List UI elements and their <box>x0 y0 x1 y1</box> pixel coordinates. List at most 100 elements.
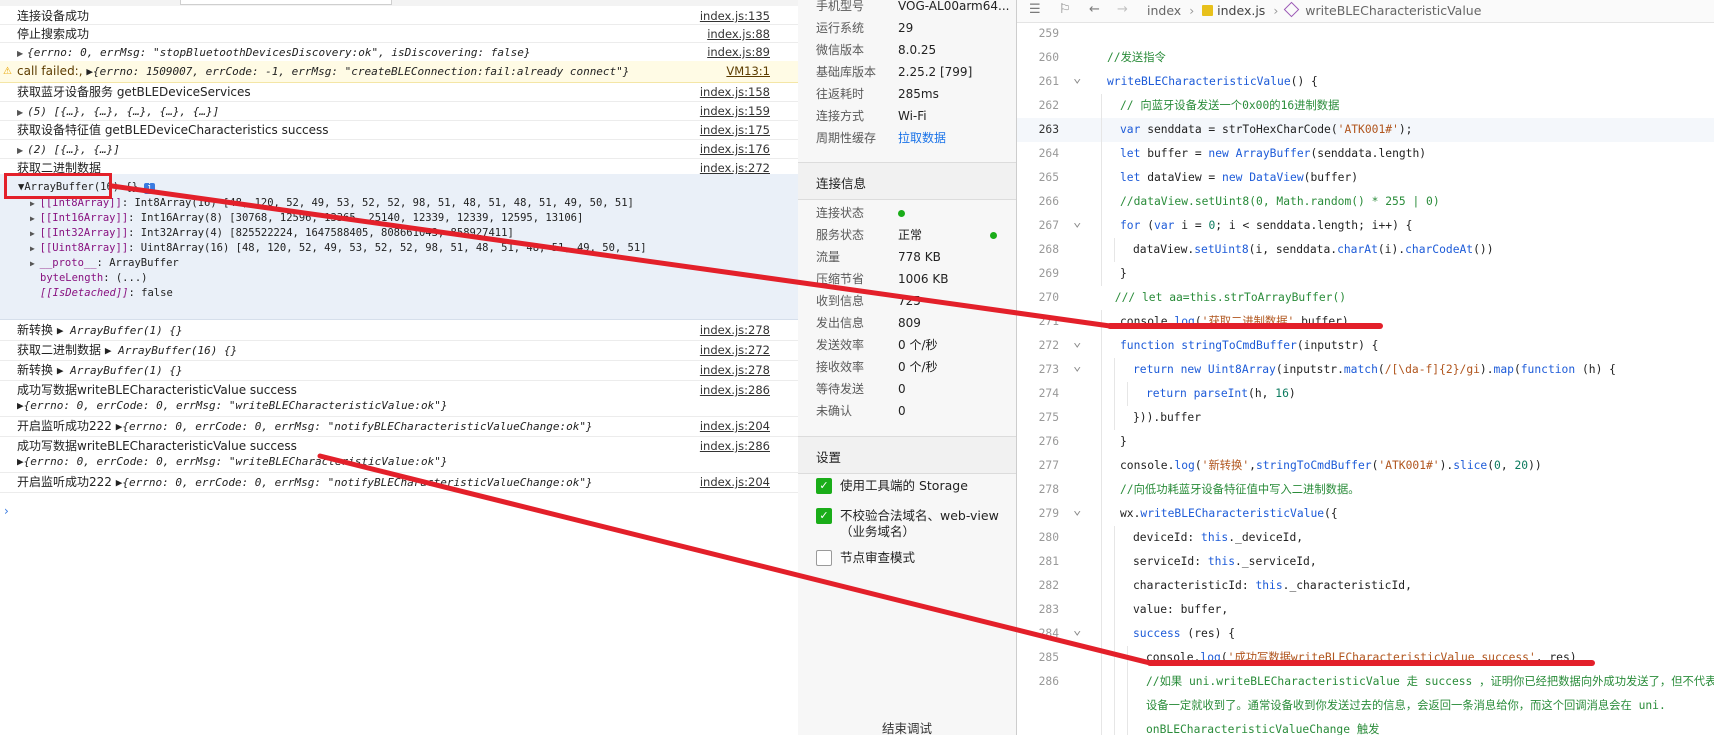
expanded-property[interactable]: ▶ [[Int8Array]]: Int8Array(16) [48, 120,… <box>30 196 634 211</box>
expand-triangle-icon[interactable]: ▶ <box>30 229 40 238</box>
console-log-row[interactable]: 新转换 ▶ ArrayBuffer(1) {} index.js:278 <box>0 360 798 381</box>
code-line[interactable]: 273 ⌄ return new Uint8Array(inputstr.match… <box>1017 358 1714 382</box>
code-line[interactable]: 278 //向低功耗蓝牙设备特征值中写入二进制数据。 <box>1017 478 1714 502</box>
expanded-property[interactable]: byteLength: (...) <box>40 271 147 285</box>
console-log-row[interactable]: 连接设备成功 index.js:135 <box>0 6 798 25</box>
checkbox[interactable] <box>816 550 832 566</box>
expand-triangle-icon[interactable]: ▶ <box>17 146 23 155</box>
console-source-link[interactable]: index.js:89 <box>707 44 770 60</box>
expanded-property[interactable]: ▶ [[Uint8Array]]: Uint8Array(16) [48, 12… <box>30 241 647 256</box>
console-object[interactable]: ▶{errno: 0, errCode: 0, errMsg: "writeBL… <box>17 398 447 414</box>
code-line[interactable]: 282 characteristicId: this._characteristi… <box>1017 574 1714 598</box>
console-object[interactable]: {errno: 0, errMsg: "stopBluetoothDevices… <box>27 46 530 59</box>
end-debug-button[interactable]: 结束调试 <box>798 718 1016 735</box>
expanded-property[interactable]: ▶ [[Int16Array]]: Int16Array(8) [30768, … <box>30 211 583 226</box>
console-object[interactable]: ▶ ArrayBuffer(1) {} <box>57 324 183 337</box>
forward-arrow-icon[interactable]: → <box>1117 2 1128 17</box>
console-object[interactable]: ▶ ArrayBuffer(1) {} <box>57 364 183 377</box>
code-line[interactable]: 281 serviceId: this._serviceId, <box>1017 550 1714 574</box>
code-line[interactable]: 284 ⌄ success (res) { <box>1017 622 1714 646</box>
console-source-link[interactable]: index.js:286 <box>700 382 770 398</box>
fold-chevron-icon[interactable]: ⌄ <box>1073 354 1081 378</box>
fold-chevron-icon[interactable]: ⌄ <box>1073 330 1081 354</box>
code-line[interactable]: 279 ⌄ wx.writeBLECharacteristicValue({ <box>1017 502 1714 526</box>
console-source-link[interactable]: index.js:88 <box>707 26 770 42</box>
expanded-property[interactable]: ▶ [[Int32Array]]: Int32Array(4) [8255222… <box>30 226 514 241</box>
code-line[interactable]: 262 // 向蓝牙设备发送一个0x00的16进制数据 <box>1017 94 1714 118</box>
fold-chevron-icon[interactable]: ⌄ <box>1073 618 1081 642</box>
code-line[interactable]: 276} <box>1017 430 1714 454</box>
breadcrumb-symbol[interactable]: writeBLECharacteristicValue <box>1305 3 1481 18</box>
console-source-link[interactable]: index.js:204 <box>700 474 770 490</box>
code-line[interactable]: 259 <box>1017 22 1714 46</box>
console-object[interactable]: (2) [{…}, {…}] <box>27 143 120 156</box>
code-line[interactable]: 265 let dataView = new DataView(buffer) <box>1017 166 1714 190</box>
code-line[interactable]: 269} <box>1017 262 1714 286</box>
fold-chevron-icon[interactable]: ⌄ <box>1073 498 1081 522</box>
expand-triangle-icon[interactable]: ▶ <box>30 244 40 253</box>
expanded-property[interactable]: ▶ __proto__: ArrayBuffer <box>30 256 179 271</box>
expand-triangle-icon[interactable]: ▶ <box>30 214 40 223</box>
console-object[interactable]: ▶{errno: 0, errCode: 0, errMsg: "notifyB… <box>116 476 593 489</box>
code-line[interactable]: 270 /// let aa=this.strToArrayBuffer() <box>1017 286 1714 310</box>
console-log-row[interactable]: 成功写数据writeBLECharacteristicValue success… <box>0 436 798 473</box>
console-log-row[interactable]: ▶ (2) [{…}, {…}] index.js:176 <box>0 139 798 159</box>
console-log-row[interactable]: 新转换 ▶ ArrayBuffer(1) {} index.js:278 <box>0 320 798 341</box>
pull-data-link[interactable]: 拉取数据 <box>898 128 946 148</box>
fold-chevron-icon[interactable]: ⌄ <box>1073 210 1081 234</box>
code-editor[interactable]: ☰ ⚐ ← → index › index.js › writeBLEChara… <box>1017 0 1714 735</box>
list-icon[interactable]: ☰ <box>1029 2 1041 17</box>
back-arrow-icon[interactable]: ← <box>1089 2 1100 17</box>
console-source-link[interactable]: index.js:204 <box>700 418 770 434</box>
breadcrumb-folder[interactable]: index <box>1147 3 1181 18</box>
console-log-row[interactable]: ▶ {errno: 0, errMsg: "stopBluetoothDevice… <box>0 42 798 62</box>
console-log-row[interactable]: 成功写数据writeBLECharacteristicValue success… <box>0 380 798 417</box>
code-line[interactable]: 267 ⌄ for (var i = 0; i < senddata.length;… <box>1017 214 1714 238</box>
console-source-link[interactable]: VM13:1 <box>726 63 770 79</box>
expand-triangle-icon[interactable]: ▶ <box>17 108 23 117</box>
code-line[interactable]: 272 ⌄ function stringToCmdBuffer(inputstr)… <box>1017 334 1714 358</box>
code-line[interactable]: 260 //发送指令 <box>1017 46 1714 70</box>
console-source-link[interactable]: index.js:278 <box>700 322 770 338</box>
console-source-link[interactable]: index.js:278 <box>700 362 770 378</box>
code-line[interactable]: 271 console.log('获取二进制数据',buffer) <box>1017 310 1714 334</box>
console-source-link[interactable]: index.js:135 <box>700 8 770 24</box>
code-line[interactable]: 277 console.log('新转换',stringToCmdBuffer('… <box>1017 454 1714 478</box>
code-line[interactable]: 280 deviceId: this._deviceId, <box>1017 526 1714 550</box>
console-log-row[interactable]: 开启监听成功222 ▶{errno: 0, errCode: 0, errMsg… <box>0 416 798 437</box>
console-log-row[interactable]: 停止搜索成功 index.js:88 <box>0 24 798 43</box>
console-source-link[interactable]: index.js:286 <box>700 438 770 454</box>
console-source-link[interactable]: index.js:159 <box>700 103 770 119</box>
code-line[interactable]: 264 let buffer = new ArrayBuffer(senddata… <box>1017 142 1714 166</box>
console-source-link[interactable]: index.js:175 <box>700 122 770 138</box>
breadcrumb-file[interactable]: index.js <box>1217 3 1265 18</box>
code-line[interactable]: 285 console.log('成功写数据writeBLECharacteris… <box>1017 646 1714 670</box>
console-log-row[interactable]: 获取蓝牙设备服务 getBLEDeviceServices index.js:1… <box>0 82 798 102</box>
code-line[interactable]: 275})).buffer <box>1017 406 1714 430</box>
console-log-row[interactable]: 获取二进制数据 ▶ ArrayBuffer(16) {} index.js:272 <box>0 340 798 361</box>
console-object[interactable]: ▶{errno: 0, errCode: 0, errMsg: "writeBL… <box>17 454 447 470</box>
console-prompt-caret[interactable]: › <box>4 504 9 518</box>
code-line[interactable]: 283 value: buffer, <box>1017 598 1714 622</box>
bookmark-icon[interactable]: ⚐ <box>1059 2 1071 17</box>
console-object[interactable]: ▶{errno: 0, errCode: 0, errMsg: "notifyB… <box>116 420 593 433</box>
expanded-property[interactable]: [[IsDetached]]: false <box>40 286 173 300</box>
console-log-row[interactable]: ▶ (5) [{…}, {…}, {…}, {…}, {…}] index.js:1… <box>0 101 798 121</box>
expand-triangle-icon[interactable]: ▶ <box>17 49 23 58</box>
console-object[interactable]: ▶{errno: 1509007, errCode: -1, errMsg: "… <box>86 65 629 78</box>
expand-triangle-icon[interactable]: ▶ <box>30 199 40 208</box>
expand-triangle-icon[interactable]: ▶ <box>30 259 40 268</box>
code-line[interactable]: onBLECharacteristicValueChange 触发 <box>1017 718 1714 735</box>
code-line[interactable]: 274 return parseInt(h, 16) <box>1017 382 1714 406</box>
console-log-row[interactable]: 开启监听成功222 ▶{errno: 0, errCode: 0, errMsg… <box>0 472 798 493</box>
code-line[interactable]: 设备一定就收到了。通常设备收到你发送过去的信息，会返回一条消息给你，而这个回调消… <box>1017 694 1714 718</box>
console-source-link[interactable]: index.js:176 <box>700 141 770 157</box>
code-line[interactable]: 266 //dataView.setUint8(0, Math.random() … <box>1017 190 1714 214</box>
fold-chevron-icon[interactable]: ⌄ <box>1073 66 1081 90</box>
checkbox[interactable]: ✓ <box>816 508 832 524</box>
console-object[interactable]: ▶ ArrayBuffer(16) {} <box>105 344 237 357</box>
console-log-row[interactable]: 获取设备特征值 getBLEDeviceCharacteristics succ… <box>0 120 798 140</box>
code-line[interactable]: 268 dataView.setUint8(i, senddata.charAt(… <box>1017 238 1714 262</box>
checkbox[interactable]: ✓ <box>816 478 832 494</box>
console-source-link[interactable]: index.js:158 <box>700 84 770 100</box>
